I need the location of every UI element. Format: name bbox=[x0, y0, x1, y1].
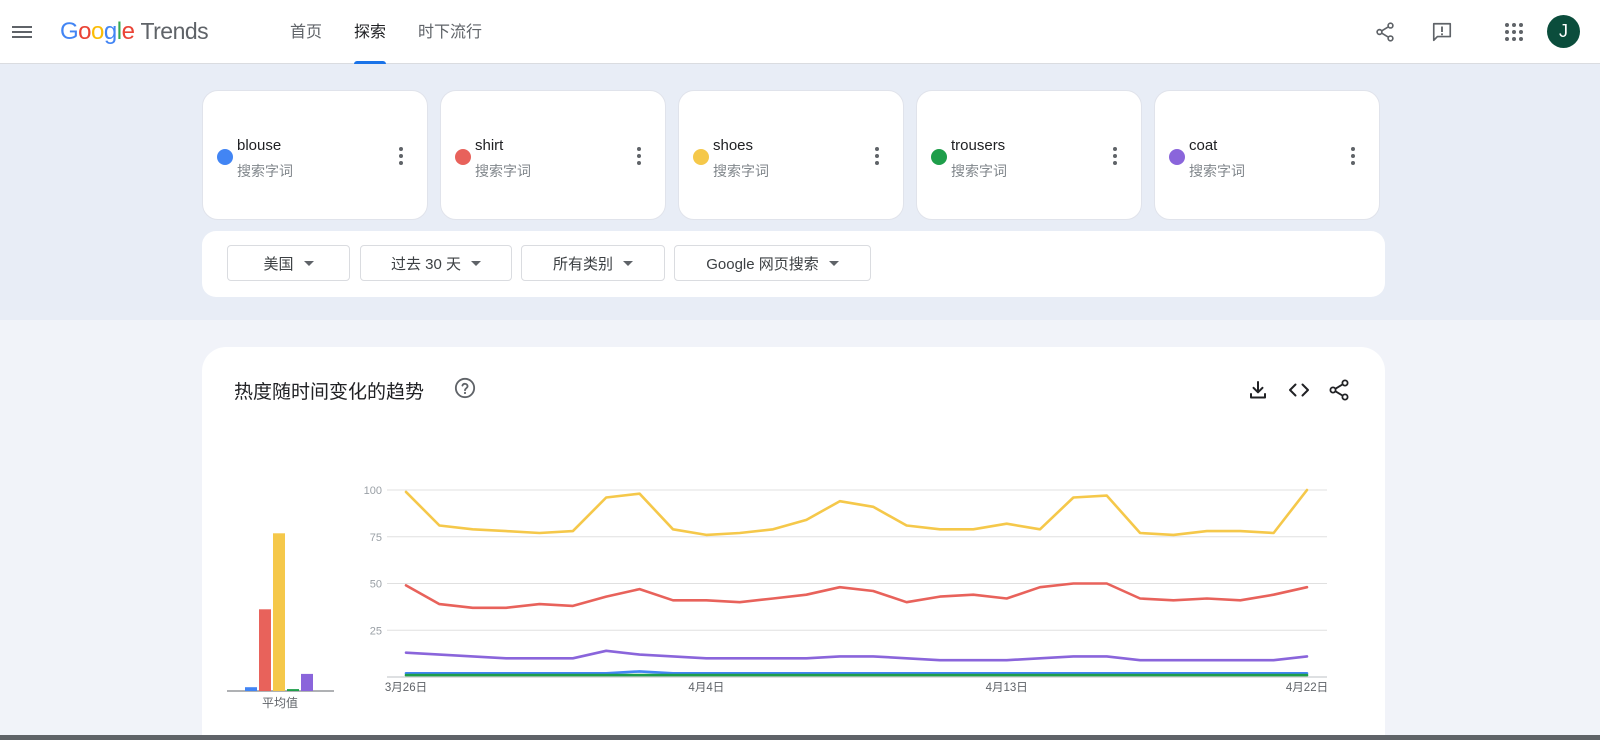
trends-chart: 平均值 25 50 75 100 3月26日 4月4日 4月13日 4月22日 bbox=[227, 485, 1328, 710]
term-card-coat[interactable]: coat 搜索字词 bbox=[1154, 90, 1380, 220]
term-name[interactable]: shoes bbox=[713, 137, 753, 154]
apps-grid-icon[interactable] bbox=[1498, 16, 1530, 48]
term-type: 搜索字词 bbox=[237, 163, 293, 179]
average-label: 平均值 bbox=[262, 695, 298, 710]
top-app-bar: Google Trends 首页 探索 时下流行 J bbox=[0, 0, 1600, 64]
region-value: 美国 bbox=[263, 255, 294, 273]
dropdown-arrow-icon bbox=[471, 260, 482, 266]
term-type: 搜索字词 bbox=[951, 163, 1007, 179]
term-name[interactable]: coat bbox=[1189, 137, 1217, 154]
account-avatar[interactable]: J bbox=[1547, 15, 1580, 48]
y-tick-label: 25 bbox=[370, 625, 382, 637]
time-range-value: 过去 30 天 bbox=[390, 255, 462, 273]
time-range-select[interactable]: 过去 30 天 bbox=[360, 245, 512, 281]
x-tick-label: 4月4日 bbox=[688, 682, 724, 694]
average-bar-coat bbox=[301, 673, 313, 691]
nav-tab-trending[interactable]: 时下流行 bbox=[418, 0, 482, 64]
main-menu-icon[interactable] bbox=[8, 18, 36, 46]
series-line-shirt bbox=[404, 582, 1309, 610]
x-tick-label: 3月26日 bbox=[385, 682, 427, 694]
x-tick-label: 4月22日 bbox=[1286, 682, 1328, 694]
logo-trends-text: Trends bbox=[140, 18, 209, 44]
nav-tab-explore[interactable]: 探索 bbox=[354, 0, 387, 64]
term-name[interactable]: trousers bbox=[951, 137, 1005, 154]
bottom-edge bbox=[0, 735, 1600, 740]
term-card-shirt[interactable]: shirt 搜索字词 bbox=[440, 90, 666, 220]
interest-over-time-card: 热度随时间变化的趋势 平均值 25 50 75 100 3月26日 4月4日 4月13日 4月2… bbox=[202, 347, 1385, 740]
y-tick-label: 50 bbox=[370, 579, 382, 591]
dropdown-arrow-icon bbox=[303, 260, 314, 266]
term-color-dot bbox=[455, 149, 471, 165]
y-tick-label: 100 bbox=[364, 485, 382, 497]
term-type: 搜索字词 bbox=[1189, 163, 1245, 179]
term-type: 搜索字词 bbox=[713, 163, 769, 179]
series-line-coat bbox=[404, 649, 1309, 662]
average-bar-trousers bbox=[287, 689, 299, 691]
category-value: 所有类别 bbox=[552, 255, 613, 273]
google-trends-logo[interactable]: Google Trends bbox=[60, 18, 209, 46]
region-select[interactable]: 美国 bbox=[227, 245, 350, 281]
more-vert-icon[interactable] bbox=[1343, 143, 1363, 169]
y-tick-label: 75 bbox=[370, 532, 382, 544]
search-type-select[interactable]: Google 网页搜索 bbox=[674, 245, 871, 281]
average-bar-shoes bbox=[273, 533, 285, 691]
feedback-icon[interactable] bbox=[1426, 16, 1458, 48]
nav-tab-home[interactable]: 首页 bbox=[290, 0, 322, 64]
average-bar-blouse bbox=[245, 687, 257, 691]
term-name[interactable]: shirt bbox=[475, 137, 503, 154]
term-color-dot bbox=[931, 149, 947, 165]
logo-google-text: Google bbox=[60, 18, 135, 45]
series-line-shoes bbox=[404, 488, 1309, 537]
average-bar-shirt bbox=[259, 609, 271, 691]
filters-bar: 美国 过去 30 天 所有类别 Google 网页搜索 bbox=[202, 231, 1385, 297]
term-name[interactable]: blouse bbox=[237, 137, 281, 154]
term-card-trousers[interactable]: trousers 搜索字词 bbox=[916, 90, 1142, 220]
x-tick-label: 4月13日 bbox=[986, 682, 1028, 694]
share-icon[interactable] bbox=[1369, 16, 1401, 48]
dropdown-arrow-icon bbox=[623, 260, 633, 266]
term-color-dot bbox=[217, 149, 233, 165]
term-card-shoes[interactable]: shoes 搜索字词 bbox=[678, 90, 904, 220]
search-type-value: Google 网页搜索 bbox=[706, 255, 819, 273]
category-select[interactable]: 所有类别 bbox=[521, 245, 665, 281]
dropdown-arrow-icon bbox=[828, 260, 839, 266]
more-vert-icon[interactable] bbox=[1105, 143, 1125, 169]
term-card-blouse[interactable]: blouse 搜索字词 bbox=[202, 90, 428, 220]
term-type: 搜索字词 bbox=[475, 163, 531, 179]
series-line-blouse bbox=[404, 670, 1309, 675]
more-vert-icon[interactable] bbox=[391, 143, 411, 169]
term-color-dot bbox=[1169, 149, 1185, 165]
more-vert-icon[interactable] bbox=[629, 143, 649, 169]
more-vert-icon[interactable] bbox=[867, 143, 887, 169]
main-nav: 首页 探索 时下流行 bbox=[290, 0, 514, 64]
term-color-dot bbox=[693, 149, 709, 165]
